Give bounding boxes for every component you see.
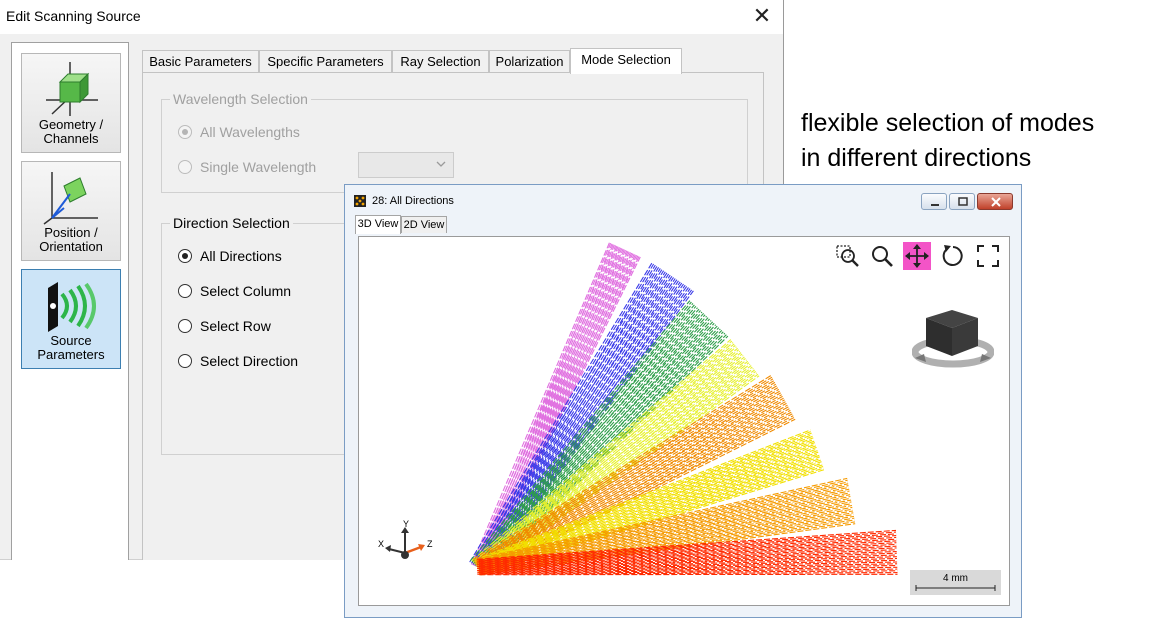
view-window-title: 28: All Directions	[372, 195, 454, 207]
wavelength-selection-group: Wavelength Selection All Wavelengths Sin…	[161, 91, 748, 193]
position-orientation-icon	[43, 172, 98, 225]
3d-viewport[interactable]: Y X Z 4 mm	[358, 236, 1010, 606]
maximize-icon	[958, 197, 968, 206]
tab-bar: Basic Parameters Specific Parameters Ray…	[142, 48, 782, 74]
scale-bar: 4 mm	[910, 570, 1001, 595]
minimize-button[interactable]	[921, 193, 947, 210]
zoom-icon[interactable]	[868, 242, 896, 270]
axis-y-label: Y	[403, 519, 409, 529]
nav-position-label: Position / Orientation	[39, 225, 103, 254]
ray-bundles	[469, 242, 898, 576]
wavelength-selection-legend: Wavelength Selection	[170, 91, 311, 107]
geometry-channels-icon	[46, 62, 98, 116]
window-close-button[interactable]	[977, 193, 1013, 210]
axes-triad-icon: Y X Z	[378, 519, 433, 559]
radio-label: All Directions	[200, 248, 282, 264]
zoom-window-icon[interactable]	[834, 242, 862, 270]
view-tab-bar: 3D View 2D View	[355, 215, 755, 234]
tab-2d-view[interactable]: 2D View	[401, 216, 447, 233]
navigation-cube[interactable]	[912, 300, 994, 370]
minimize-icon	[931, 204, 939, 206]
nav-geometry-label: Geometry / Channels	[38, 117, 104, 146]
close-icon	[991, 197, 1001, 207]
close-icon[interactable]: ✕	[749, 4, 775, 30]
nav-geometry-channels-button[interactable]: Geometry / Channels	[21, 53, 121, 153]
maximize-button[interactable]	[949, 193, 975, 210]
nav-source-label: Source Parameters	[37, 333, 105, 362]
radio-label: All Wavelengths	[200, 124, 300, 140]
dialog-titlebar: Edit Scanning Source ✕	[0, 0, 783, 34]
radio-button[interactable]	[178, 319, 192, 333]
radio-label: Select Direction	[200, 353, 299, 369]
radio-label: Select Row	[200, 318, 271, 334]
tab-3d-view[interactable]: 3D View	[355, 215, 401, 234]
radio-label: Single Wavelength	[200, 159, 317, 175]
annotation-line-1: flexible selection of modes	[801, 109, 1095, 137]
tab-mode-selection[interactable]: Mode Selection	[570, 48, 682, 74]
radio-button[interactable]	[178, 160, 192, 174]
annotation-text: flexible selection of modes in different…	[801, 106, 1161, 176]
wavelength-dropdown[interactable]	[358, 152, 454, 178]
radio-button[interactable]	[178, 249, 192, 263]
radio-button[interactable]	[178, 284, 192, 298]
dialog-title: Edit Scanning Source	[6, 8, 141, 24]
radio-button[interactable]	[178, 125, 192, 139]
3d-view-window: 28: All Directions 3D View 2D View Y X Z…	[344, 184, 1022, 618]
tab-polarization[interactable]: Polarization	[489, 50, 570, 72]
view-window-titlebar: 28: All Directions	[345, 185, 1021, 215]
radio-label: Select Column	[200, 283, 292, 299]
pan-icon[interactable]	[903, 242, 931, 270]
nav-position-orientation-button[interactable]: Position / Orientation	[21, 161, 121, 261]
annotation-line-2: in different directions	[801, 144, 1032, 172]
tab-ray-selection[interactable]: Ray Selection	[392, 50, 489, 72]
nav-source-parameters-button[interactable]: Source Parameters	[21, 269, 121, 369]
ray-bundle	[471, 242, 641, 570]
chevron-down-icon	[436, 161, 446, 167]
fit-view-icon[interactable]	[974, 242, 1002, 270]
radio-button[interactable]	[178, 354, 192, 368]
source-parameters-icon	[48, 282, 96, 332]
tab-basic-parameters[interactable]: Basic Parameters	[142, 50, 259, 72]
axis-z-label: Z	[427, 539, 433, 549]
scale-bar-line	[915, 585, 996, 591]
rotate-icon[interactable]	[939, 242, 967, 270]
left-nav-panel: Geometry / Channels Position / Orientati…	[11, 42, 129, 560]
direction-selection-legend: Direction Selection	[170, 215, 293, 231]
app-icon	[354, 195, 366, 207]
axis-x-label: X	[378, 539, 384, 549]
tab-specific-parameters[interactable]: Specific Parameters	[259, 50, 392, 72]
